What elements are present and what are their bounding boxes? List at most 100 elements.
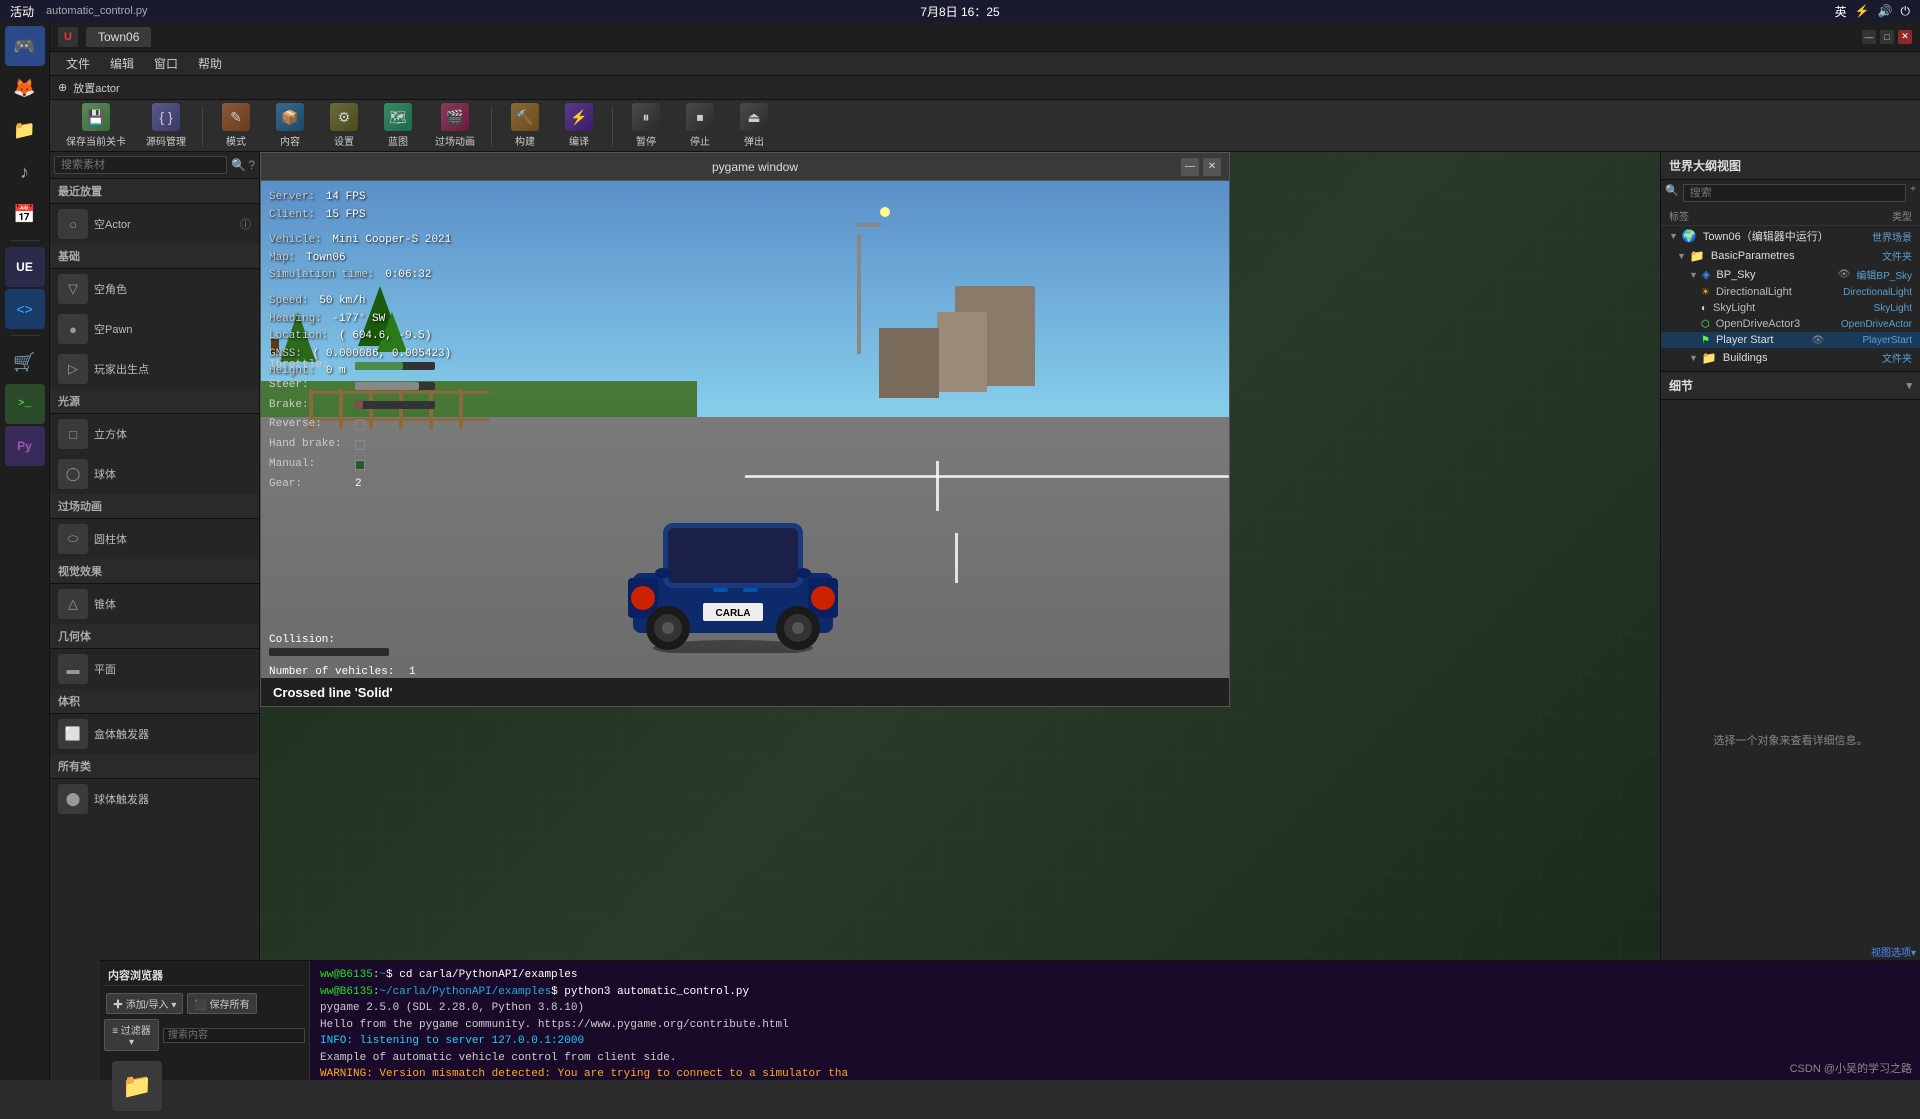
ue-tab-town06[interactable]: Town06 — [86, 27, 151, 47]
outline-opendrive[interactable]: ⬡ OpenDriveActor3 OpenDriveActor — [1661, 316, 1920, 332]
toolbar-pause[interactable]: ⏸ 暂停 — [621, 99, 671, 152]
toolbar-build[interactable]: 🔨 构建 — [500, 99, 550, 152]
ue-maximize[interactable]: □ — [1880, 30, 1894, 44]
outline-directional-light[interactable]: ☀ DirectionalLight DirectionalLight — [1661, 284, 1920, 300]
left-item-player-start[interactable]: ▷ 玩家出生点 — [50, 349, 259, 389]
empty-char-label: 空角色 — [94, 281, 127, 297]
throttle-label: Throttle: — [269, 356, 349, 376]
menu-edit[interactable]: 编辑 — [102, 53, 142, 74]
toolbar-cinematic[interactable]: 🎬 过场动画 — [427, 99, 483, 152]
skylight-icon: ◐ — [1701, 303, 1707, 314]
left-item-plane[interactable]: ▬ 平面 — [50, 649, 259, 689]
sidebar-store[interactable]: 🛒 — [5, 342, 45, 382]
ue-close[interactable]: ✕ — [1898, 30, 1912, 44]
empty-actor-info[interactable]: ⓘ — [240, 216, 251, 232]
sidebar-activities[interactable]: 🎮 — [5, 26, 45, 66]
manual-label: Manual: — [269, 455, 349, 475]
term-line-2: ww@B6135:~/carla/PythonAPI/examples$ pyt… — [320, 984, 1910, 1001]
language[interactable]: 英 — [1835, 3, 1847, 20]
brake-row: Brake: — [269, 396, 435, 416]
outline-skylight[interactable]: ◐ SkyLight SkyLight — [1661, 300, 1920, 316]
box-trigger-icon: ⬜ — [58, 719, 88, 749]
sphere-trigger-icon: ⬤ — [58, 784, 88, 814]
world-outline-title: 世界大纲视图 — [1669, 157, 1741, 174]
details-arrow[interactable]: ▾ — [1906, 379, 1912, 392]
toolbar-save[interactable]: 💾 保存当前关卡 — [58, 99, 134, 152]
term-line-5: INFO: listening to server 127.0.0.1:2000 — [320, 1033, 1910, 1050]
outline-bp-sky[interactable]: ▼ ◈ BP_Sky 👁 编辑BP_Sky — [1661, 265, 1920, 284]
sidebar-firefox[interactable]: 🦊 — [5, 68, 45, 108]
sidebar-music[interactable]: ♪ — [5, 152, 45, 192]
outline-basicparams[interactable]: ▼ 📁 BasicParametres 文件夹 — [1661, 246, 1920, 265]
toolbar-eject[interactable]: ⏏ 弹出 — [729, 99, 779, 152]
outline-sl-label: SkyLight — [1713, 302, 1755, 314]
add-import-btn[interactable]: ✚ 添加/导入 ▾ — [106, 993, 183, 1014]
sidebar: 🎮 🦊 📁 ♪ 📅 UE <> 🛒 >_ Py — [0, 22, 50, 1080]
content-search[interactable] — [163, 1028, 305, 1043]
folder-icon-buildings: 📁 — [1702, 351, 1717, 365]
content-folder[interactable]: 📁 — [112, 1061, 162, 1111]
menu-file[interactable]: 文件 — [58, 53, 98, 74]
toolbar-settings[interactable]: ⚙ 设置 — [319, 99, 369, 152]
hud-map-label: Map: — [269, 252, 295, 264]
pygame-minimize[interactable]: — — [1181, 158, 1199, 176]
stop-icon: ⏹ — [686, 103, 714, 131]
toolbar-stop[interactable]: ⏹ 停止 — [675, 99, 725, 152]
search-input[interactable] — [54, 156, 227, 174]
toolbar-content[interactable]: 📦 内容 — [265, 99, 315, 152]
all-header: 所有类 — [50, 754, 259, 779]
save-all-btn[interactable]: ⬛ 保存所有 — [187, 993, 256, 1014]
hud-client-label: Client: — [269, 209, 315, 221]
power-icon[interactable]: ⏻ — [1901, 4, 1911, 19]
activities-label[interactable]: 活动 — [10, 3, 34, 20]
terminal[interactable]: ww@B6135:~$ cd carla/PythonAPI/examples … — [310, 961, 1920, 1080]
sidebar-unreal[interactable]: UE — [5, 247, 45, 287]
left-item-cone[interactable]: △ 锥体 — [50, 584, 259, 624]
outline-plus[interactable]: + — [1910, 184, 1916, 202]
left-item-box-trigger[interactable]: ⬜ 盒体触发器 — [50, 714, 259, 754]
left-item-empty-char[interactable]: ▽ 空角色 — [50, 269, 259, 309]
outline-player-start[interactable]: ⚑ Player Start 👁 PlayerStart — [1661, 332, 1920, 348]
sidebar-calendar[interactable]: 📅 — [5, 194, 45, 234]
left-item-sphere[interactable]: ◯ 球体 — [50, 454, 259, 494]
col-type: 类型 — [1892, 208, 1912, 223]
toolbar-compile[interactable]: ⚡ 编译 — [554, 99, 604, 152]
menu-window[interactable]: 窗口 — [146, 53, 186, 74]
left-item-empty-pawn[interactable]: ● 空Pawn — [50, 309, 259, 349]
left-item-sphere-trigger[interactable]: ⬤ 球体触发器 — [50, 779, 259, 819]
network-icon: ⚡ — [1855, 4, 1870, 18]
left-panel: 🔍 ? 最近放置 ○ 空Actor ⓘ 基础 ▽ 空角色 ● 空Pawn ▷ 玩… — [50, 152, 260, 1080]
help-icon[interactable]: ? — [248, 158, 255, 172]
hud-vehicle-label: Vehicle: — [269, 234, 322, 246]
sidebar-vscode[interactable]: <> — [5, 289, 45, 329]
menu-help[interactable]: 帮助 — [190, 53, 230, 74]
search-icon[interactable]: 🔍 — [231, 158, 246, 172]
ue-logo: U — [58, 27, 78, 47]
outline-basicparams-label: BasicParametres — [1711, 250, 1795, 262]
bottom-view-options[interactable]: 视图选项▾ — [1871, 944, 1916, 959]
sidebar-python[interactable]: Py — [5, 426, 45, 466]
hud-overlay: Server: 14 FPS Client: 15 FPS Vehicle: M… — [269, 189, 451, 381]
left-item-cube[interactable]: □ 立方体 — [50, 414, 259, 454]
collision-bar — [269, 648, 389, 656]
filter-btn[interactable]: ≡ 过滤器 ▾ — [104, 1019, 159, 1051]
sidebar-terminal[interactable]: >_ — [5, 384, 45, 424]
sidebar-files[interactable]: 📁 — [5, 110, 45, 150]
center-viewport[interactable]: pygame window — ✕ — [260, 152, 1660, 1080]
bottom-area: 内容浏览器 ✚ 添加/导入 ▾ ⬛ 保存所有 ≡ 过滤器 ▾ 📁 ww@B613… — [100, 960, 1920, 1080]
car-container: CARLA — [613, 493, 853, 656]
toolbar-mode[interactable]: ✎ 模式 — [211, 99, 261, 152]
left-item-empty-actor[interactable]: ○ 空Actor ⓘ — [50, 204, 259, 244]
toolbar-source[interactable]: { } 源码管理 — [138, 99, 194, 152]
outline-buildings[interactable]: ▼ 📁 Buildings 文件夹 — [1661, 348, 1920, 367]
outline-bp-sky-label: BP_Sky — [1716, 269, 1755, 281]
volume-icon: 🔊 — [1878, 4, 1893, 18]
outline-town06[interactable]: ▼ 🌍 Town06（编辑器中运行） 世界场景 — [1661, 226, 1920, 246]
outline-search-input[interactable] — [1683, 184, 1906, 202]
left-item-cylinder[interactable]: ⬭ 圆柱体 — [50, 519, 259, 559]
pygame-close[interactable]: ✕ — [1203, 158, 1221, 176]
toolbar-map[interactable]: 🗺 蓝图 — [373, 99, 423, 152]
ue-minimize[interactable]: — — [1862, 30, 1876, 44]
handbrake-checkbox — [355, 440, 365, 450]
opendrive-icon: ⬡ — [1701, 319, 1710, 330]
